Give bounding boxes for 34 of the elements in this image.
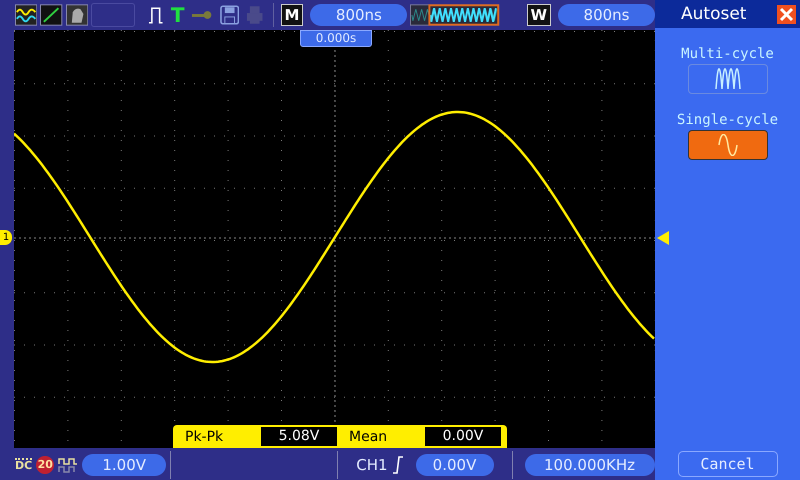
key-icon[interactable] <box>191 10 213 20</box>
trigger-position-marker[interactable]: 0.000s <box>300 30 372 47</box>
channel-marker[interactable]: 1 <box>0 230 12 245</box>
timebase-field[interactable]: 800ns <box>310 4 408 26</box>
bandwidth-limit-badge[interactable]: 20 <box>36 456 54 474</box>
window-badge[interactable]: W <box>526 4 552 26</box>
coupling-label[interactable]: DC <box>15 458 32 472</box>
save-icon[interactable] <box>220 5 240 25</box>
volts-per-div-field[interactable]: 1.00V <box>82 454 166 476</box>
rising-edge-icon[interactable] <box>392 456 404 474</box>
trigger-level-field[interactable]: 0.00V <box>416 454 494 476</box>
option-label: Single-cycle <box>676 112 778 128</box>
memory-window-icon[interactable] <box>410 4 500 26</box>
measurement-value: 5.08V <box>261 427 337 446</box>
empty-slot <box>90 3 136 27</box>
dual-wave-icon[interactable] <box>15 4 38 26</box>
close-icon[interactable] <box>777 4 796 24</box>
option-label: Multi-cycle <box>681 46 774 62</box>
multi-sine-icon <box>714 68 740 90</box>
panel-title: Autoset <box>681 4 746 24</box>
trigger-level-marker[interactable] <box>657 231 669 245</box>
single-sine-icon <box>718 134 738 156</box>
square-wave-icon[interactable] <box>58 457 78 473</box>
frequency-field[interactable]: 100.000KHz <box>524 454 655 476</box>
trigger-t-label[interactable]: T <box>168 3 186 27</box>
window-timebase-field[interactable]: 800ns <box>558 4 655 26</box>
autoset-option-button[interactable] <box>688 130 768 160</box>
cancel-button[interactable]: Cancel <box>678 451 778 477</box>
trigger-source-label[interactable]: CH1 <box>356 456 388 474</box>
pulse-icon[interactable] <box>148 5 164 25</box>
measurement-label: Pk-Pk <box>184 428 224 444</box>
mode-badge[interactable]: M <box>280 4 304 26</box>
measurement-value: 0.00V <box>425 427 501 446</box>
measurement-label: Mean <box>348 428 388 444</box>
